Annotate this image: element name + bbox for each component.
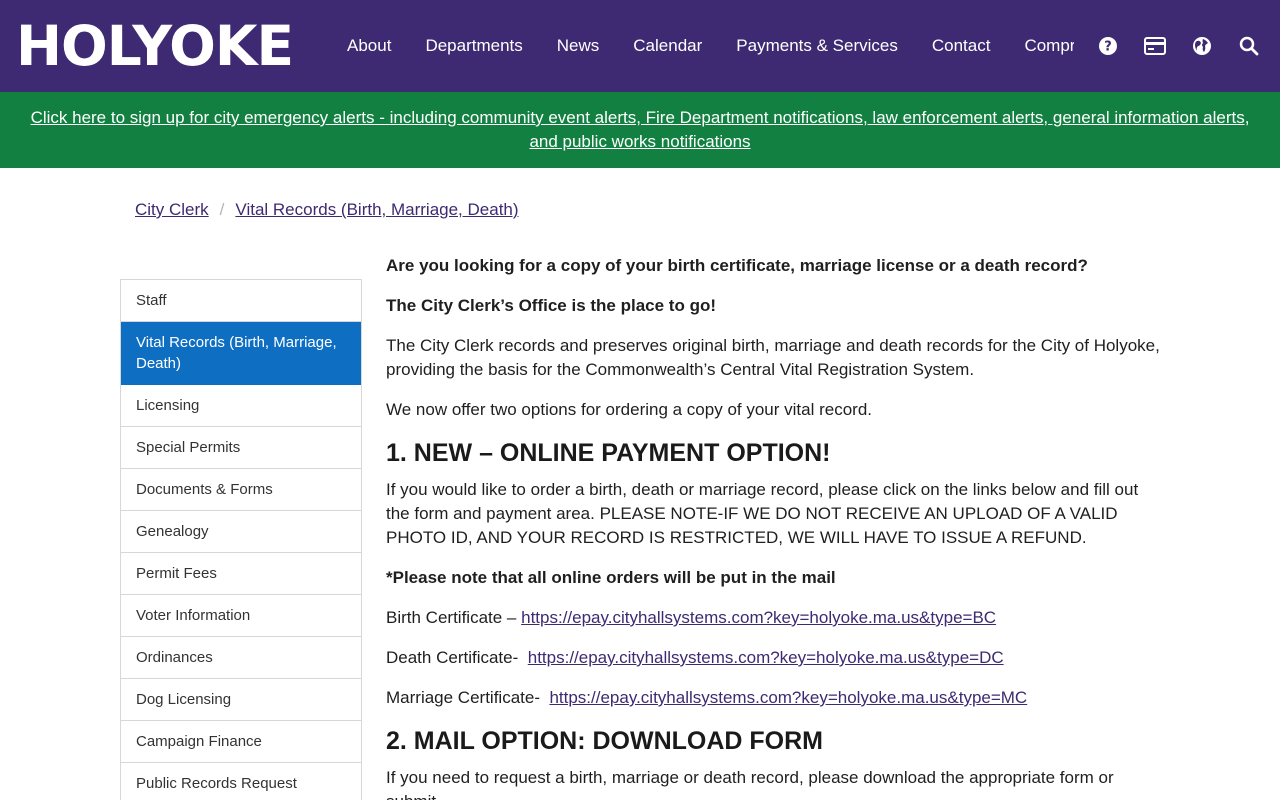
nav-news[interactable]: News — [540, 0, 617, 92]
sidebar-item-voter-information[interactable]: Voter Information — [121, 595, 361, 637]
nav-payments-services[interactable]: Payments & Services — [719, 0, 915, 92]
clerk-description: The City Clerk records and preserves ori… — [386, 336, 1160, 379]
emergency-alert-banner: Click here to sign up for city emergency… — [0, 92, 1280, 168]
sidebar-item-special-permits[interactable]: Special Permits — [121, 427, 361, 469]
utility-icons: ? — [1096, 0, 1260, 92]
sidebar-item-ordinances[interactable]: Ordinances — [121, 637, 361, 679]
breadcrumb-separator: / — [219, 200, 225, 219]
birth-certificate-link[interactable]: https://epay.cityhallsystems.com?key=hol… — [521, 608, 996, 627]
mail-note: *Please note that all online orders will… — [386, 568, 836, 587]
mail-option-heading: 2. MAIL OPTION: DOWNLOAD FORM — [386, 727, 824, 755]
birth-certificate-row: Birth Certificate – https://epay.cityhal… — [386, 606, 1166, 630]
main-nav: About Departments News Calendar Payments… — [330, 0, 1074, 92]
sidebar-item-genealogy[interactable]: Genealogy — [121, 511, 361, 553]
sidebar-item-dog-licensing[interactable]: Dog Licensing — [121, 679, 361, 721]
svg-text:?: ? — [1104, 40, 1112, 55]
breadcrumb-city-clerk[interactable]: City Clerk — [135, 200, 209, 220]
breadcrumb-vital-records[interactable]: Vital Records (Birth, Marriage, Death) — [235, 200, 518, 220]
online-payment-heading: 1. NEW – ONLINE PAYMENT OPTION! — [386, 439, 831, 467]
site-header: HOLYOKE About Departments News Calendar … — [0, 0, 1280, 92]
death-certificate-link[interactable]: https://epay.cityhallsystems.com?key=hol… — [528, 648, 1004, 667]
death-certificate-label: Death Certificate- — [386, 648, 528, 667]
nav-departments[interactable]: Departments — [408, 0, 539, 92]
intro-question: Are you looking for a copy of your birth… — [386, 256, 1088, 275]
sidebar-item-permit-fees[interactable]: Permit Fees — [121, 553, 361, 595]
mail-option-body: If you need to request a birth, marriage… — [386, 768, 1114, 800]
sidebar-item-licensing[interactable]: Licensing — [121, 385, 361, 427]
marriage-certificate-link[interactable]: https://epay.cityhallsystems.com?key=hol… — [549, 688, 1027, 707]
site-logo[interactable]: HOLYOKE — [16, 19, 294, 74]
nav-about[interactable]: About — [330, 0, 408, 92]
death-certificate-row: Death Certificate- https://epay.cityhall… — [386, 646, 1166, 670]
nav-calendar[interactable]: Calendar — [616, 0, 719, 92]
marriage-certificate-row: Marriage Certificate- https://epay.cityh… — [386, 686, 1166, 710]
options-intro: We now offer two options for ordering a … — [386, 400, 873, 419]
marriage-certificate-label: Marriage Certificate- — [386, 688, 550, 707]
birth-certificate-label: Birth Certificate – — [386, 608, 522, 627]
sidebar-item-vital-records[interactable]: Vital Records (Birth, Marriage, Death) — [121, 322, 361, 385]
nav-comprehensive-plan[interactable]: Comprehensive Plan — [1007, 0, 1074, 92]
sidebar-item-campaign-finance[interactable]: Campaign Finance — [121, 721, 361, 763]
sidebar-item-public-records-request[interactable]: Public Records Request — [121, 763, 361, 800]
nav-contact[interactable]: Contact — [915, 0, 1008, 92]
main-content: Are you looking for a copy of your birth… — [386, 254, 1166, 800]
globe-icon[interactable] — [1190, 35, 1213, 58]
intro-answer: The City Clerk’s Office is the place to … — [386, 296, 716, 315]
section-sidebar: Staff Vital Records (Birth, Marriage, De… — [120, 279, 362, 800]
sidebar-item-documents-forms[interactable]: Documents & Forms — [121, 469, 361, 511]
emergency-alert-signup-link[interactable]: Click here to sign up for city emergency… — [20, 106, 1260, 154]
search-icon[interactable] — [1237, 35, 1260, 58]
sidebar-item-staff[interactable]: Staff — [121, 280, 361, 322]
breadcrumb: City Clerk / Vital Records (Birth, Marri… — [135, 198, 519, 222]
help-icon[interactable]: ? — [1096, 35, 1119, 58]
credit-card-icon[interactable] — [1143, 35, 1166, 58]
online-payment-body: If you would like to order a birth, deat… — [386, 480, 1139, 547]
